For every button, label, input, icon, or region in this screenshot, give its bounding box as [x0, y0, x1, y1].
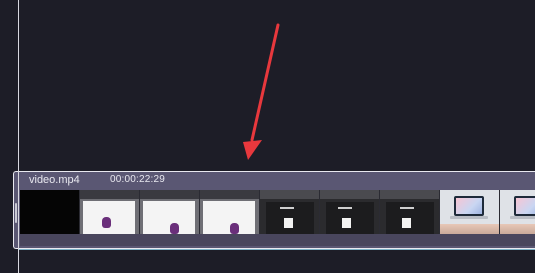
annotation-arrow-icon — [243, 23, 280, 160]
